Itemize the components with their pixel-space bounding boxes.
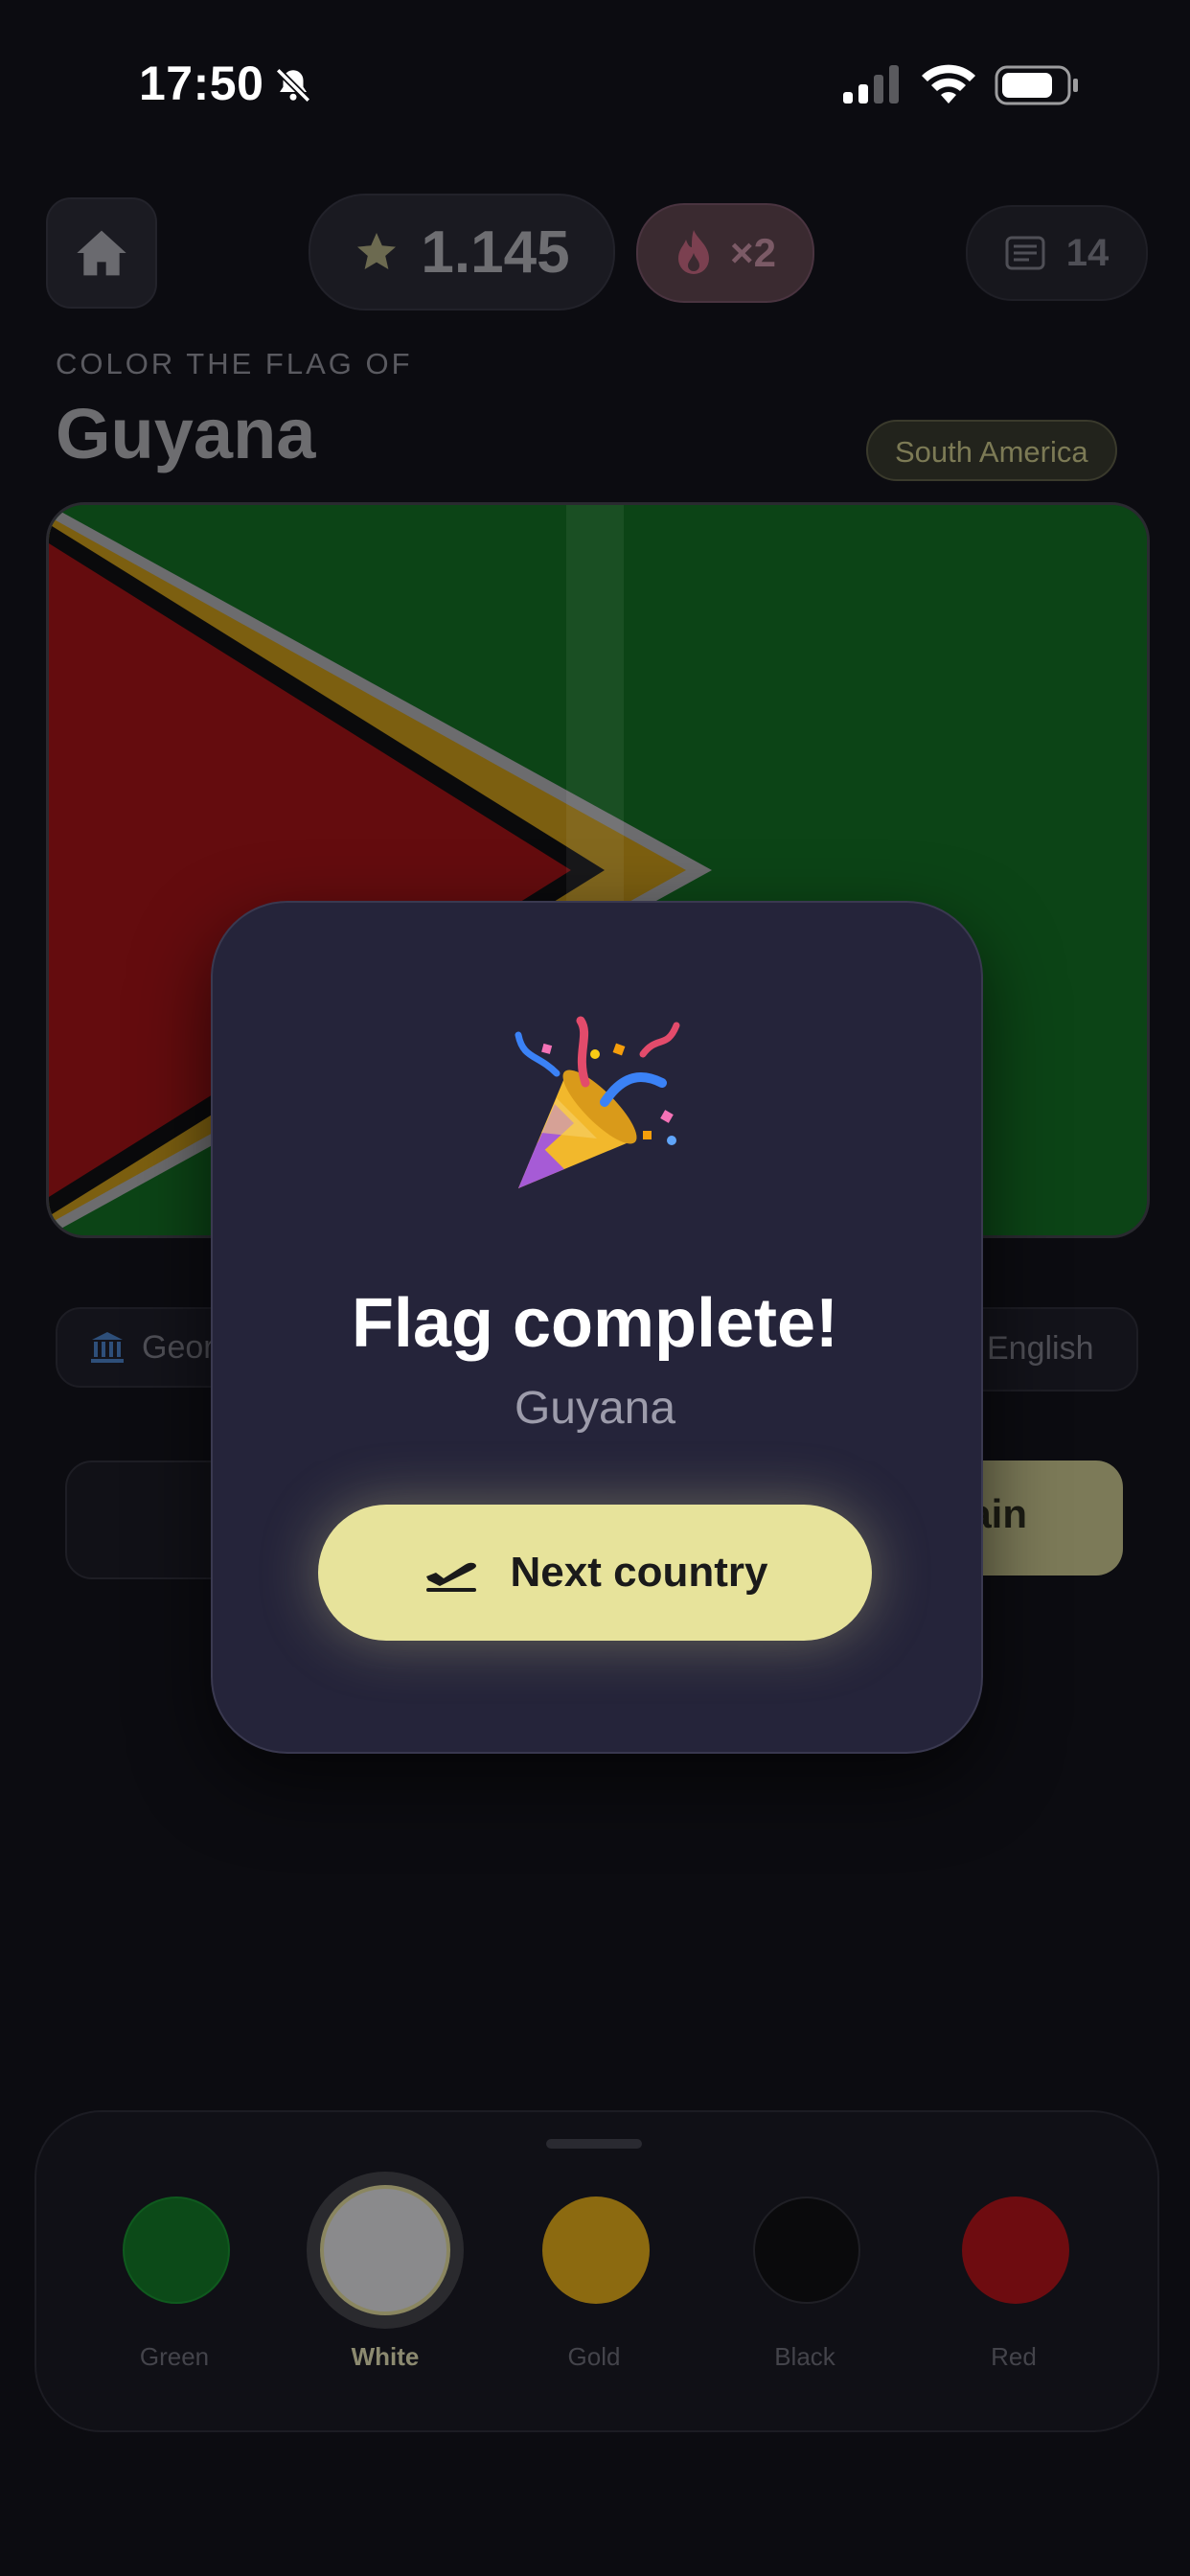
swatch-gold-label: Gold [567,2342,621,2371]
swatch-gold-circle [542,2196,650,2304]
swatch-black-label: Black [774,2342,835,2371]
swatch-white[interactable] [307,2172,464,2329]
modal-country: Guyana [514,1383,676,1434]
swatch-green[interactable] [123,2196,230,2304]
home-button[interactable] [46,197,157,309]
prompt-subtitle: COLOR THE FLAG OF [56,347,413,380]
list-icon [1005,236,1045,270]
swatch-green-circle [123,2196,230,2304]
party-popper-icon [0,1016,1190,1248]
swatch-black[interactable] [753,2196,860,2304]
swatch-gold[interactable] [542,2196,650,2304]
swatch-black-circle [753,2196,860,2304]
swatch-red[interactable] [962,2196,1069,2304]
swatch-white-label: White [351,2342,420,2371]
star-icon [357,233,397,269]
palette-drag-handle[interactable] [546,2139,642,2149]
flags-list-button[interactable]: 14 [966,205,1148,301]
country-title: Guyana [56,394,316,473]
list-count: 14 [1065,231,1110,274]
home-icon [77,230,126,276]
swatch-white-circle [320,2185,450,2315]
swatch-green-label: Green [139,2342,210,2371]
airplane-takeoff-icon [425,1562,476,1592]
streak-multiplier: ×2 [730,230,776,275]
swatch-red-label: Red [991,2342,1037,2371]
score-pill: 1.145 [309,194,615,310]
next-country-button[interactable]: Next country [318,1505,872,1641]
flame-icon [678,230,710,274]
region-badge: South America [866,420,1117,481]
score-value: 1.145 [421,218,570,286]
next-country-label: Next country [510,1549,768,1596]
swatch-red-circle [962,2196,1069,2304]
streak-pill: ×2 [636,203,814,303]
modal-title: Flag complete! [351,1285,839,1362]
